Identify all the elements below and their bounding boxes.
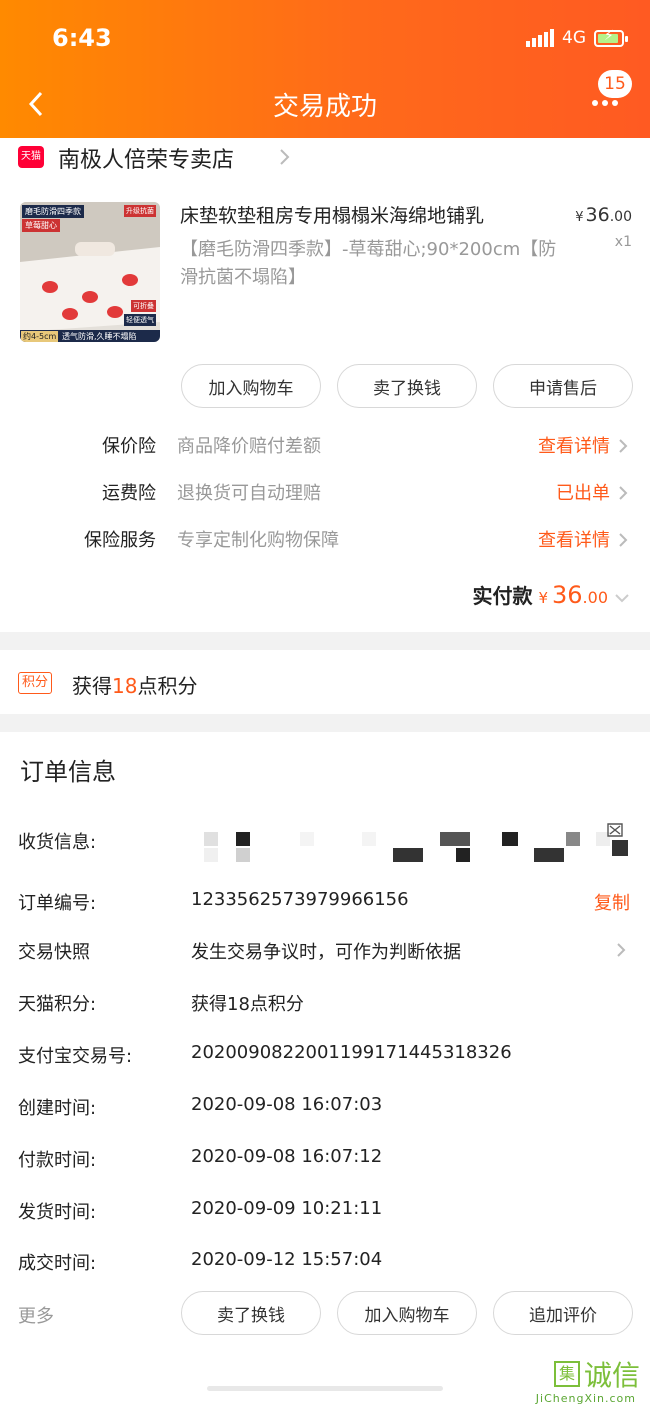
- tmall-icon: 天猫: [18, 146, 44, 168]
- info-label: 成交时间:: [18, 1253, 97, 1274]
- message-count-badge: 15: [598, 70, 632, 98]
- service-action[interactable]: 查看详情: [538, 526, 610, 552]
- product-price: ¥36.00: [575, 204, 632, 226]
- chevron-right-icon: [280, 149, 290, 165]
- network-type: 4G: [562, 28, 586, 48]
- add-review-button[interactable]: 追加评价: [493, 1291, 633, 1335]
- info-row-shipping: 收货信息:: [0, 822, 650, 862]
- more-menu-button[interactable]: 15: [588, 70, 632, 122]
- service-desc: 专享定制化购物保障: [177, 530, 339, 551]
- watermark-mark: 集: [553, 1361, 580, 1387]
- info-row-alipay: 支付宝交易号: 2020090822001199171445318326: [0, 1036, 650, 1076]
- info-row-shipped: 发货时间: 2020-09-09 10:21:11: [0, 1192, 650, 1232]
- info-label: 发货时间:: [18, 1202, 97, 1223]
- edit-icon[interactable]: [606, 822, 624, 838]
- info-label: 创建时间:: [18, 1098, 97, 1119]
- info-value: 2020-09-09 10:21:11: [191, 1198, 383, 1219]
- page-title: 交易成功: [272, 92, 377, 122]
- image-tag-style: 草莓甜心: [22, 219, 60, 232]
- info-label: 天猫积分:: [18, 994, 97, 1015]
- copy-button[interactable]: 复制: [594, 889, 630, 915]
- service-row-price-protection[interactable]: 保价险 商品降价赔付差额 查看详情: [0, 426, 650, 462]
- shop-row[interactable]: 天猫 南极人倍荣专卖店: [0, 138, 650, 180]
- resell-button[interactable]: 卖了换钱: [337, 364, 477, 408]
- service-action[interactable]: 已出单: [556, 479, 610, 505]
- paid-amount-row[interactable]: 实付款 ¥36.00: [472, 580, 630, 609]
- service-row-shipping-insurance[interactable]: 运费险 退换货可自动理赔 已出单: [0, 473, 650, 509]
- shop-name: 南极人倍荣专卖店: [58, 148, 235, 173]
- info-label: 交易快照: [18, 942, 90, 963]
- after-sale-button[interactable]: 申请售后: [493, 364, 633, 408]
- product-title[interactable]: 床垫软垫租房专用榻榻米海绵地铺乳: [180, 202, 560, 230]
- add-to-cart-button[interactable]: 加入购物车: [181, 364, 321, 408]
- paid-label: 实付款: [472, 584, 533, 608]
- info-row-created: 创建时间: 2020-09-08 16:07:03: [0, 1088, 650, 1128]
- watermark-text: 诚信: [583, 1359, 640, 1392]
- image-tag-breathable: 轻便透气: [124, 314, 156, 326]
- signal-icon: [526, 29, 554, 47]
- bottom-add-to-cart-button[interactable]: 加入购物车: [337, 1291, 477, 1335]
- service-desc: 商品降价赔付差额: [177, 436, 321, 457]
- bottom-action-bar: 更多 卖了换钱 加入购物车 追加评价 集 诚信 JiChengXin.com: [0, 1280, 650, 1406]
- info-value: 2020-09-08 16:07:03: [191, 1094, 383, 1115]
- more-link[interactable]: 更多: [18, 1302, 54, 1328]
- product-quantity: x1: [614, 234, 632, 250]
- info-row-points: 天猫积分: 获得18点积分: [0, 984, 650, 1024]
- points-tag: 积分: [18, 672, 53, 694]
- info-label: 支付宝交易号:: [18, 1046, 133, 1067]
- order-info-title: 订单信息: [20, 758, 116, 786]
- image-tag-foldable: 可折叠: [131, 300, 156, 312]
- product-image[interactable]: 磨毛防滑四季款 草莓甜心 升级抗菌 可折叠 轻便透气 约4-5cm 透气防滑,久…: [20, 202, 160, 342]
- order-detail-page: 6:43 4G ⚡ 交易成功 15 天猫 南极人倍荣专卖店 磨毛防滑四季款 草莓…: [0, 0, 650, 1406]
- service-action[interactable]: 查看详情: [538, 432, 610, 458]
- info-row-paid: 付款时间: 2020-09-08 16:07:12: [0, 1140, 650, 1180]
- info-label: 付款时间:: [18, 1150, 97, 1171]
- info-value: 获得18点积分: [191, 994, 304, 1015]
- info-row-completed: 成交时间: 2020-09-12 15:57:04: [0, 1243, 650, 1283]
- service-desc: 退换货可自动理赔: [177, 483, 321, 504]
- service-label: 运费险: [102, 483, 156, 504]
- points-row: 积分 获得18点积分: [0, 652, 650, 714]
- battery-icon: ⚡: [594, 28, 628, 47]
- image-tag-thickness: 约4-5cm: [21, 331, 59, 342]
- image-tag-antibacterial: 升级抗菌: [124, 205, 156, 217]
- info-value: 发生交易争议时，可作为判断依据: [191, 942, 461, 963]
- watermark-logo: 集 诚信: [553, 1354, 640, 1394]
- info-value: 2020090822001199171445318326: [191, 1042, 512, 1063]
- more-dots-icon: [592, 100, 618, 106]
- image-slogan: 透气防滑,久睡不塌陷: [62, 332, 137, 341]
- product-sku: 【磨毛防滑四季款】-草莓甜心;90*200cm【防滑抗菌不塌陷】: [180, 239, 557, 288]
- home-indicator: [207, 1386, 443, 1391]
- info-value: 2020-09-08 16:07:12: [191, 1146, 383, 1167]
- section-divider: [0, 632, 650, 650]
- header-bar: 6:43 4G ⚡ 交易成功 15: [0, 0, 650, 138]
- info-label: 收货信息:: [18, 832, 97, 853]
- image-tag-feature: 磨毛防滑四季款: [22, 205, 84, 218]
- chevron-right-icon: [619, 533, 628, 547]
- service-label: 保险服务: [84, 530, 156, 551]
- paid-amount: ¥36.00: [538, 581, 608, 609]
- points-text: 获得18点积分: [72, 674, 198, 698]
- info-label: 订单编号:: [18, 893, 97, 914]
- order-number: 1233562573979966156: [191, 889, 409, 910]
- info-row-order-number: 订单编号: 1233562573979966156 复制: [0, 883, 650, 923]
- status-time: 6:43: [52, 24, 112, 52]
- chevron-right-icon: [619, 486, 628, 500]
- bottom-resell-button[interactable]: 卖了换钱: [181, 1291, 321, 1335]
- chevron-right-icon: [619, 439, 628, 453]
- section-divider: [0, 714, 650, 732]
- service-row-insurance[interactable]: 保险服务 专享定制化购物保障 查看详情: [0, 520, 650, 556]
- info-row-snapshot[interactable]: 交易快照 发生交易争议时，可作为判断依据: [0, 932, 650, 972]
- status-indicators: 4G ⚡: [526, 28, 628, 48]
- service-label: 保价险: [102, 436, 156, 457]
- watermark-url: JiChengXin.com: [535, 1392, 636, 1405]
- info-value: 2020-09-12 15:57:04: [191, 1249, 383, 1270]
- chevron-down-icon: [615, 594, 629, 603]
- chevron-right-icon: [617, 943, 626, 957]
